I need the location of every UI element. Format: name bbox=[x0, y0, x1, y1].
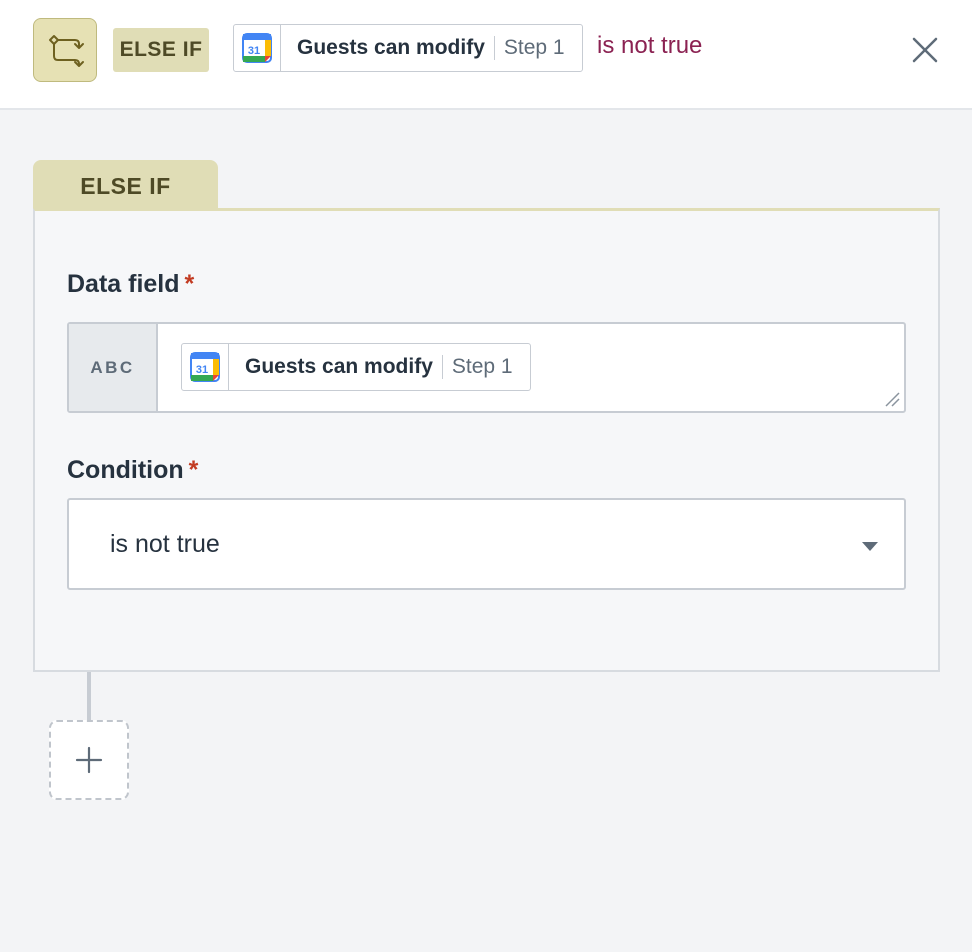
pill-field-name: Guests can modify bbox=[297, 36, 485, 59]
else-if-tag: ELSE IF bbox=[113, 28, 209, 72]
condition-summary: is not true bbox=[597, 32, 703, 59]
pill-divider bbox=[441, 355, 443, 379]
pill-step-label: Step 1 bbox=[451, 355, 513, 378]
data-field-value-pill[interactable]: 31 Guests can modify Step 1 bbox=[181, 343, 531, 391]
condition-selected-value: is not true bbox=[110, 530, 220, 558]
header-bar: ELSE IF 31 Guests can modify Step 1 is n… bbox=[0, 0, 972, 110]
else-if-tab: ELSE IF bbox=[33, 160, 218, 212]
condition-select[interactable]: is not true bbox=[67, 498, 906, 590]
close-button[interactable] bbox=[905, 30, 945, 70]
step-connector-line bbox=[87, 672, 91, 722]
pill-divider bbox=[493, 36, 495, 60]
data-field-input[interactable]: ABC 31 Guests can modify Step 1 bbox=[67, 322, 906, 413]
data-field-label: Data field * bbox=[67, 270, 195, 298]
google-calendar-icon: 31 bbox=[234, 25, 281, 71]
resize-handle-icon[interactable] bbox=[884, 391, 900, 407]
pill-step-label: Step 1 bbox=[503, 36, 565, 59]
plus-icon bbox=[75, 746, 103, 774]
chevron-down-icon bbox=[862, 542, 878, 551]
condition-label: Condition * bbox=[67, 456, 199, 484]
pill-field-name: Guests can modify bbox=[245, 355, 433, 378]
google-calendar-icon: 31 bbox=[182, 344, 229, 390]
required-marker: * bbox=[184, 270, 195, 298]
data-field-pill[interactable]: 31 Guests can modify Step 1 bbox=[233, 24, 583, 72]
close-icon bbox=[912, 37, 938, 63]
branch-path-icon bbox=[33, 18, 97, 82]
type-badge: ABC bbox=[69, 324, 158, 411]
required-marker: * bbox=[188, 456, 199, 484]
calendar-day: 31 bbox=[248, 45, 260, 57]
add-step-button[interactable] bbox=[49, 720, 129, 800]
calendar-day: 31 bbox=[196, 364, 208, 376]
